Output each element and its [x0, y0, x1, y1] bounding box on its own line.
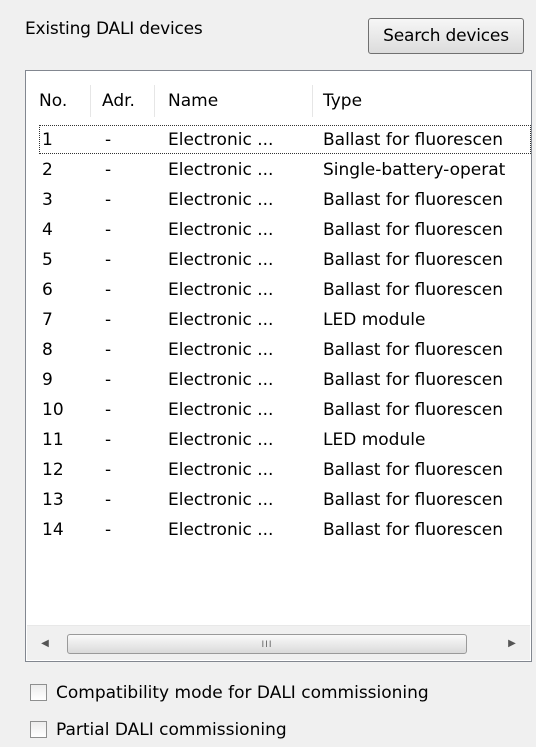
cell-name: Electronic ...: [168, 280, 274, 300]
cell-no: 2: [42, 160, 53, 180]
cell-name: Electronic ...: [168, 460, 274, 480]
cell-name: Electronic ...: [168, 160, 274, 180]
column-divider[interactable]: [154, 85, 155, 117]
table-row[interactable]: 6 - Electronic ... Ballast for fluorescen: [26, 275, 531, 305]
cell-name: Electronic ...: [168, 370, 274, 390]
cell-adr: -: [105, 160, 112, 180]
cell-name: Electronic ...: [168, 490, 274, 510]
table-row[interactable]: 12 - Electronic ... Ballast for fluorescen: [26, 455, 531, 485]
cell-adr: -: [105, 400, 112, 420]
cell-name: Electronic ...: [168, 430, 274, 450]
cell-adr: -: [105, 490, 112, 510]
table-row[interactable]: 7 - Electronic ... LED module: [26, 305, 531, 335]
cell-no: 9: [42, 370, 53, 390]
cell-no: 5: [42, 250, 53, 270]
cell-adr: -: [105, 370, 112, 390]
column-header-name[interactable]: Name: [168, 87, 218, 115]
column-header-type[interactable]: Type: [323, 87, 362, 115]
column-header-adr[interactable]: Adr.: [102, 87, 135, 115]
cell-adr: -: [105, 280, 112, 300]
table-row[interactable]: 8 - Electronic ... Ballast for fluorescen: [26, 335, 531, 365]
column-divider[interactable]: [90, 85, 91, 117]
table-row[interactable]: 10 - Electronic ... Ballast for fluorescen: [26, 395, 531, 425]
cell-no: 1: [42, 130, 53, 150]
cell-type: Ballast for fluorescen: [323, 250, 504, 270]
cell-name: Electronic ...: [168, 340, 274, 360]
search-devices-button[interactable]: Search devices: [368, 18, 524, 54]
cell-type: LED module: [323, 310, 426, 330]
cell-adr: -: [105, 190, 112, 210]
cell-adr: -: [105, 340, 112, 360]
cell-type: Ballast for fluorescen: [323, 220, 504, 240]
cell-no: 13: [42, 490, 64, 510]
table-row[interactable]: 3 - Electronic ... Ballast for fluorescen: [26, 185, 531, 215]
grip-icon: III: [261, 640, 273, 650]
cell-name: Electronic ...: [168, 520, 274, 540]
cell-type: Ballast for fluorescen: [323, 520, 504, 540]
cell-name: Electronic ...: [168, 400, 274, 420]
checkbox-box[interactable]: [30, 684, 47, 701]
column-header-no[interactable]: No.: [39, 87, 67, 115]
cell-name: Electronic ...: [168, 220, 274, 240]
cell-adr: -: [105, 520, 112, 540]
cell-adr: -: [105, 430, 112, 450]
cell-adr: -: [105, 250, 112, 270]
table-row[interactable]: 1 - Electronic ... Ballast for fluorescen: [26, 125, 531, 155]
cell-type: Ballast for fluorescen: [323, 190, 504, 210]
cell-no: 10: [42, 400, 64, 420]
list-header: No. Adr. Name Type: [26, 71, 531, 123]
partial-commissioning-label: Partial DALI commissioning: [56, 720, 287, 740]
cell-no: 11: [42, 430, 64, 450]
cell-no: 12: [42, 460, 64, 480]
compatibility-mode-label: Compatibility mode for DALI commissionin…: [56, 683, 429, 703]
cell-name: Electronic ...: [168, 190, 274, 210]
cell-no: 8: [42, 340, 53, 360]
cell-no: 4: [42, 220, 53, 240]
cell-name: Electronic ...: [168, 250, 274, 270]
cell-no: 7: [42, 310, 53, 330]
scrollbar-thumb[interactable]: III: [67, 634, 467, 654]
table-row[interactable]: 4 - Electronic ... Ballast for fluorescen: [26, 215, 531, 245]
devices-list-view[interactable]: No. Adr. Name Type 1 - Electronic ... Balla…: [25, 70, 532, 662]
chevron-left-icon[interactable]: ◀: [33, 632, 57, 656]
cell-no: 14: [42, 520, 64, 540]
cell-type: Ballast for fluorescen: [323, 370, 504, 390]
cell-no: 6: [42, 280, 53, 300]
cell-type: Single-battery-operat: [323, 160, 506, 180]
cell-adr: -: [105, 310, 112, 330]
cell-type: Ballast for fluorescen: [323, 400, 504, 420]
cell-type: LED module: [323, 430, 426, 450]
cell-type: Ballast for fluorescen: [323, 280, 504, 300]
cell-adr: -: [105, 130, 112, 150]
cell-no: 3: [42, 190, 53, 210]
column-divider[interactable]: [312, 85, 313, 117]
group-title: Existing DALI devices: [25, 19, 203, 39]
cell-type: Ballast for fluorescen: [323, 460, 504, 480]
table-row[interactable]: 13 - Electronic ... Ballast for fluorescen: [26, 485, 531, 515]
table-row[interactable]: 11 - Electronic ... LED module: [26, 425, 531, 455]
table-row[interactable]: 2 - Electronic ... Single-battery-operat: [26, 155, 531, 185]
cell-name: Electronic ...: [168, 130, 274, 150]
checkbox-box[interactable]: [30, 721, 47, 738]
cell-type: Ballast for fluorescen: [323, 340, 504, 360]
table-row[interactable]: 5 - Electronic ... Ballast for fluorescen: [26, 245, 531, 275]
horizontal-scrollbar[interactable]: ◀ III ▶: [27, 625, 530, 660]
table-row[interactable]: 9 - Electronic ... Ballast for fluorescen: [26, 365, 531, 395]
cell-type: Ballast for fluorescen: [323, 130, 504, 150]
cell-type: Ballast for fluorescen: [323, 490, 504, 510]
cell-adr: -: [105, 220, 112, 240]
cell-name: Electronic ...: [168, 310, 274, 330]
table-row[interactable]: 14 - Electronic ... Ballast for fluorescen: [26, 515, 531, 545]
chevron-right-icon[interactable]: ▶: [500, 632, 524, 656]
cell-adr: -: [105, 460, 112, 480]
dali-devices-panel: Existing DALI devices Search devices No.…: [0, 0, 536, 747]
